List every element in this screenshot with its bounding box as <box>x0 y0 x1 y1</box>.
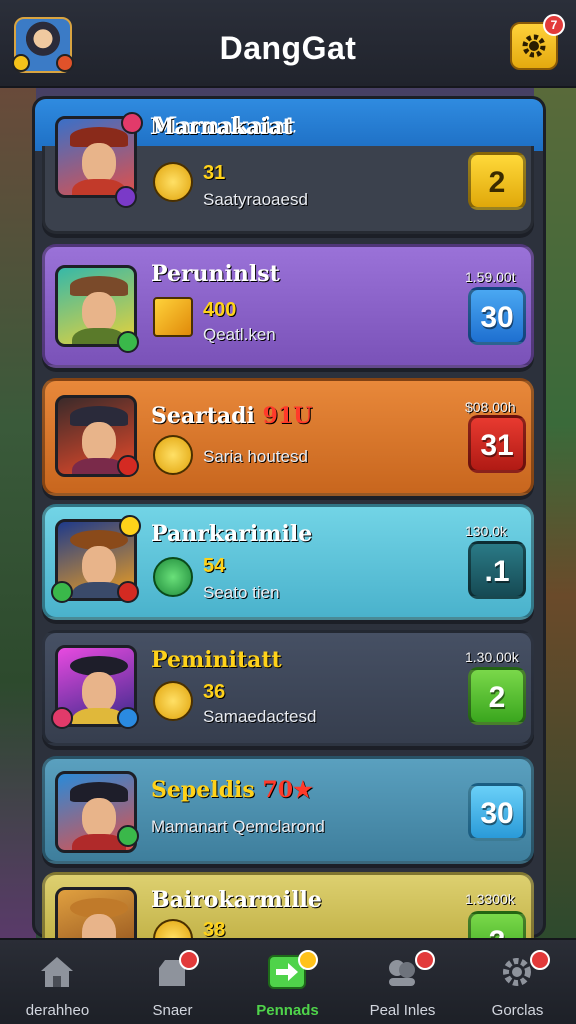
leaderboard-card[interactable]: Peminitatt 36 Samaedactesd 1.30.00k 2 <box>42 630 534 746</box>
rank-badge: .1 <box>468 541 526 599</box>
nav-shop[interactable]: Snaer <box>115 940 230 1024</box>
notification-badge-icon <box>298 950 318 970</box>
notification-badge-icon <box>530 950 550 970</box>
player-name: Panrkarimile <box>151 521 313 547</box>
leaderboard-card[interactable]: Sepeldis 70★ Mamanart Qemclarond 30 <box>42 756 534 864</box>
nav-play[interactable]: Pennads <box>230 940 345 1024</box>
rank-badge: 30 <box>468 783 526 841</box>
nav-friends[interactable]: Peal Inles <box>345 940 460 1024</box>
nav-label: Gorclas <box>491 1002 544 1019</box>
app-title: DangGat <box>219 30 357 66</box>
nav-label: derahheo <box>25 1002 90 1019</box>
shield-badge-icon <box>115 186 137 208</box>
player-name: Marnakaiat <box>150 114 293 140</box>
player-value: 130.0k <box>465 523 508 539</box>
player-subtitle: Saria houtesd <box>203 447 308 466</box>
rank-badge: 30 <box>468 287 526 345</box>
shield-badge-icon <box>117 331 139 353</box>
leaderboard-card[interactable]: Panrkarimile 54 Seato tien 130.0k .1 <box>42 504 534 620</box>
notification-badge-icon <box>179 950 199 970</box>
shield-badge-icon <box>117 455 139 477</box>
player-value: 1.3300k <box>465 891 515 907</box>
star-badge-icon <box>121 112 143 134</box>
player-points: 36 <box>203 681 226 703</box>
player-name: Peruninlst <box>151 261 280 287</box>
rank-badge: 2 <box>468 667 526 725</box>
player-portrait <box>55 887 137 938</box>
player-subtitle: Seato tien <box>203 583 280 602</box>
star-badge-icon <box>51 707 73 729</box>
leaderboard-card[interactable]: Bairokarmille 38 1.3300k 2 <box>42 872 534 938</box>
player-points: 31 <box>203 162 226 184</box>
crown-coin-icon <box>153 162 193 202</box>
leaderboard-card[interactable]: Peruninlst 400 Qeatl.ken 1.59.00t 30 <box>42 244 534 368</box>
nav-home[interactable]: derahheo <box>0 940 115 1024</box>
player-points: 38 <box>203 919 226 938</box>
notification-badge: 7 <box>543 14 565 36</box>
leaderboard-card[interactable]: 31 Saatyraoaesd 2 <box>42 112 534 234</box>
shield-badge-icon <box>117 825 139 847</box>
star-badge-icon <box>119 515 141 537</box>
player-name-accent: 70★ <box>262 777 313 803</box>
gold-coin-icon <box>153 919 193 938</box>
player-subtitle: Qeatl.ken <box>203 325 276 344</box>
player-value: 1.30.00k <box>465 649 519 665</box>
player-name: Sepeldis 70★ <box>151 777 313 803</box>
rank-badge: 31 <box>468 415 526 473</box>
leaderboard-card[interactable]: Seartadi 91U Saria houtesd $08.00h 31 <box>42 378 534 496</box>
player-name-accent: 91U <box>262 403 313 429</box>
shield-badge-icon <box>117 707 139 729</box>
top-bar: DangGat 7 <box>0 0 576 88</box>
nav-label: Pennads <box>256 1002 319 1019</box>
gem-icon <box>153 297 193 337</box>
green-coin-icon <box>153 557 193 597</box>
rank-badge: 2 <box>468 152 526 210</box>
player-points: 54 <box>203 555 226 577</box>
gold-coin-icon <box>153 681 193 721</box>
gold-coin-icon <box>153 435 193 475</box>
gear-icon <box>522 34 546 58</box>
player-name: Peminitatt <box>151 647 282 673</box>
player-subtitle: Saatyraoaesd <box>203 190 308 209</box>
player-value: $08.00h <box>465 399 516 415</box>
notification-badge-icon <box>415 950 435 970</box>
player-subtitle: Samaedactesd <box>203 707 317 726</box>
player-name: Seartadi 91U <box>151 403 312 429</box>
player-value: 1.59.00t <box>465 269 516 285</box>
shield-badge-icon <box>51 581 73 603</box>
jungle-background-left <box>0 80 36 940</box>
bottom-navigation: derahheo Snaer Pennads Peal Inles Gorcla… <box>0 938 576 1024</box>
home-icon <box>41 957 73 987</box>
player-name-text: Seartadi <box>151 403 255 429</box>
player-points: 400 <box>203 299 237 321</box>
rank-badge: 2 <box>468 911 526 938</box>
player-name: Bairokarmille <box>151 887 322 913</box>
nav-label: Snaer <box>152 1002 193 1019</box>
player-subtitle: Mamanart Qemclarond <box>151 817 325 836</box>
player-name-text: Sepeldis <box>151 777 255 803</box>
shield-badge-icon <box>117 581 139 603</box>
nav-label: Peal Inles <box>369 1002 436 1019</box>
nav-settings[interactable]: Gorclas <box>460 940 575 1024</box>
